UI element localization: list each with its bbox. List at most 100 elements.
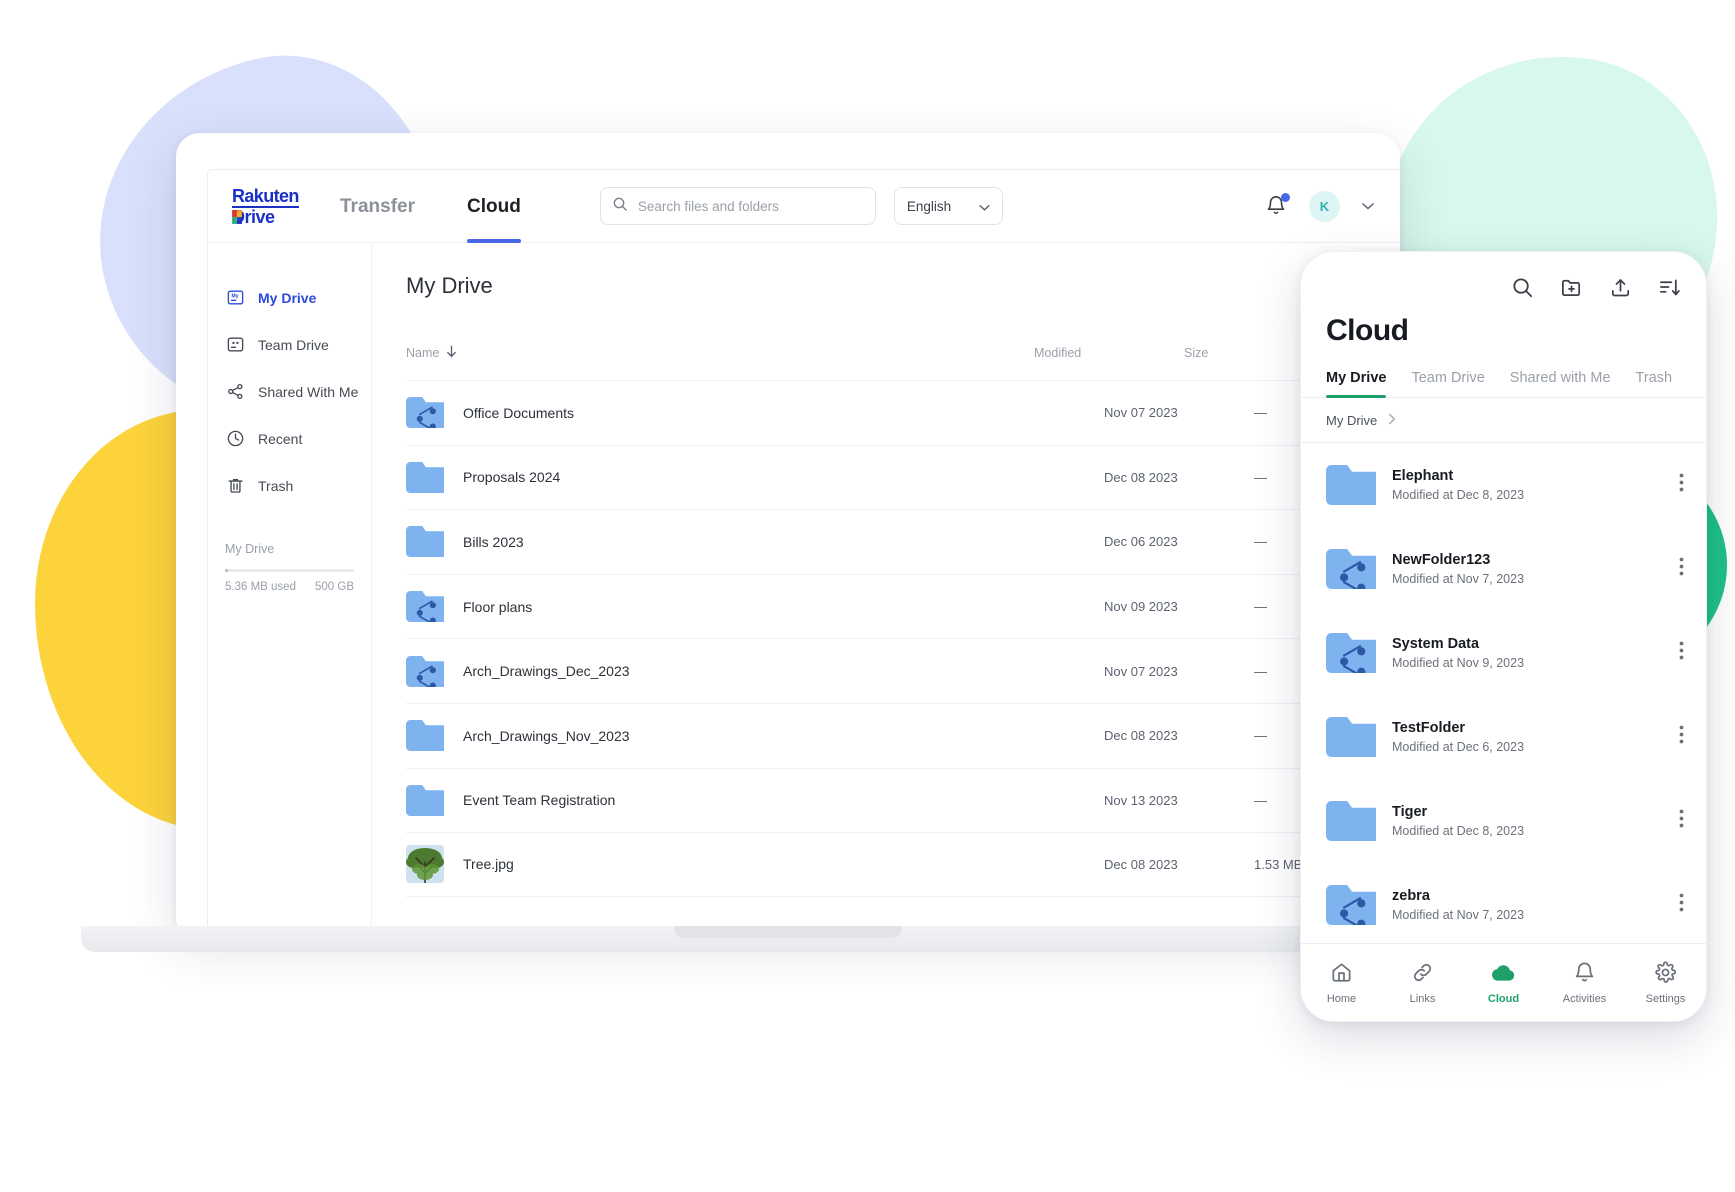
bottom-nav-item-settings[interactable]: Settings: [1625, 960, 1706, 1005]
phone-bottom-nav: Home Links Cloud Activities Settings: [1301, 943, 1706, 1021]
laptop-screen: Rakuten Drive Transfer Cloud Search file…: [176, 133, 1400, 928]
file-table-body: Office Documents Nov 07 2023 — Proposals…: [406, 380, 1400, 897]
table-row[interactable]: Floor plans Nov 09 2023 —: [406, 573, 1400, 639]
table-row[interactable]: Arch_Drawings_Nov_2023 Dec 08 2023 —: [406, 702, 1400, 768]
table-row[interactable]: Office Documents Nov 07 2023 —: [406, 380, 1400, 445]
bottom-nav-item-cloud[interactable]: Cloud: [1463, 961, 1544, 1005]
search-input[interactable]: [637, 198, 864, 214]
column-header-size[interactable]: Size: [1184, 346, 1304, 360]
kebab-menu-icon[interactable]: [1679, 893, 1684, 917]
upload-icon[interactable]: [1609, 276, 1632, 299]
row-name-cell: Event Team Registration: [406, 784, 1104, 816]
sidebar-item-my-drive[interactable]: My My Drive: [208, 274, 371, 321]
nav-tab-cloud[interactable]: Cloud: [466, 170, 521, 243]
shared-folder-icon: [406, 655, 444, 687]
table-row[interactable]: Proposals 2024 Dec 08 2023 —: [406, 444, 1400, 510]
gear-icon: [1654, 960, 1677, 987]
sidebar: My My Drive Team Drive Shared With Me Re…: [208, 243, 372, 928]
table-row[interactable]: Bills 2023 Dec 06 2023 —: [406, 509, 1400, 574]
bottom-nav-label: Activities: [1562, 992, 1607, 1005]
column-header-modified[interactable]: Modified: [1034, 346, 1184, 360]
sidebar-item-recent[interactable]: Recent: [208, 415, 371, 462]
sidebar-label: Trash: [258, 477, 294, 494]
app-body: My My Drive Team Drive Shared With Me Re…: [208, 243, 1400, 928]
sidebar-label: My Drive: [258, 289, 317, 306]
search-icon[interactable]: [1511, 276, 1534, 299]
phone-tab-trash[interactable]: Trash: [1636, 370, 1673, 397]
list-item-meta: Modified at Nov 7, 2023: [1392, 572, 1525, 586]
clock-icon: [225, 429, 245, 449]
laptop-trackpad-notch: [674, 926, 902, 938]
list-item[interactable]: zebra Modified at Nov 7, 2023: [1301, 863, 1706, 943]
sidebar-item-shared-with-me[interactable]: Shared With Me: [208, 368, 371, 415]
list-item[interactable]: Elephant Modified at Dec 8, 2023: [1301, 443, 1706, 527]
laptop-mockup: Rakuten Drive Transfer Cloud Search file…: [81, 133, 1495, 952]
storage-progress-bar: [225, 569, 354, 572]
list-item-text: System Data Modified at Nov 9, 2023: [1392, 636, 1524, 670]
list-item-name: NewFolder123: [1392, 552, 1491, 568]
storage-used: 5.36 MB used: [225, 581, 296, 593]
table-row[interactable]: Arch_Drawings_Dec_2023 Nov 07 2023 —: [406, 638, 1400, 703]
kebab-menu-icon[interactable]: [1679, 809, 1684, 833]
phone-tabs: My Drive Team Drive Shared with Me Trash: [1301, 348, 1706, 398]
kebab-menu-icon[interactable]: [1679, 473, 1684, 497]
storage-title: My Drive: [225, 542, 275, 556]
list-item-text: Elephant Modified at Dec 8, 2023: [1392, 468, 1524, 502]
bottom-nav-item-links[interactable]: Links: [1382, 961, 1463, 1005]
phone-page-title: Cloud: [1326, 314, 1409, 347]
list-item-text: zebra Modified at Nov 7, 2023: [1392, 888, 1524, 922]
table-row[interactable]: Event Team Registration Nov 13 2023 —: [406, 767, 1400, 833]
nav-tab-transfer[interactable]: Transfer: [340, 170, 415, 242]
list-item-text: TestFolder Modified at Dec 6, 2023: [1392, 720, 1524, 754]
folder-icon: [406, 720, 444, 752]
file-name: Tree.jpg: [463, 856, 514, 873]
phone-tab-my-drive[interactable]: My Drive: [1326, 370, 1387, 398]
new-folder-icon[interactable]: [1560, 276, 1583, 299]
row-name-cell: Tree.jpg: [406, 845, 1104, 884]
list-item-meta: Modified at Nov 7, 2023: [1392, 908, 1525, 922]
file-name: Event Team Registration: [463, 792, 616, 809]
sidebar-label: Recent: [258, 430, 303, 447]
main-content: My Drive Name Modified Size Office Docum…: [372, 243, 1400, 928]
list-item[interactable]: System Data Modified at Nov 9, 2023: [1301, 611, 1706, 695]
sidebar-label: Shared With Me: [258, 383, 359, 400]
language-selector[interactable]: English: [893, 187, 1003, 225]
shared-folder-icon: [1326, 549, 1381, 593]
shared-folder-icon: [1326, 885, 1381, 929]
search-bar[interactable]: [599, 187, 876, 225]
avatar-chevron-down-icon[interactable]: [1362, 197, 1374, 215]
list-item[interactable]: Tiger Modified at Dec 8, 2023: [1301, 779, 1706, 863]
sidebar-item-team-drive[interactable]: Team Drive: [208, 321, 371, 368]
table-row[interactable]: Tree.jpg Dec 08 2023 1.53 MB: [406, 832, 1400, 897]
cloud-icon: [1491, 961, 1516, 987]
sidebar-item-trash[interactable]: Trash: [208, 462, 371, 509]
sort-icon[interactable]: [1658, 276, 1681, 299]
kebab-menu-icon[interactable]: [1679, 557, 1684, 581]
chevron-down-icon: [979, 199, 990, 214]
screenshot-stage: Rakuten Drive Transfer Cloud Search file…: [0, 0, 1735, 1192]
kebab-menu-icon[interactable]: [1679, 725, 1684, 749]
avatar[interactable]: K: [1309, 190, 1340, 222]
bottom-nav-item-home[interactable]: Home: [1301, 961, 1382, 1005]
bottom-nav-label: Cloud: [1487, 992, 1520, 1005]
search-icon: [612, 196, 628, 217]
breadcrumb-my-drive[interactable]: My Drive: [1326, 413, 1377, 428]
bottom-nav-label: Home: [1326, 992, 1357, 1005]
phone-tab-shared-with-me[interactable]: Shared with Me: [1510, 370, 1611, 397]
column-header-name[interactable]: Name: [406, 345, 1034, 361]
folder-icon: [406, 784, 444, 816]
list-item[interactable]: NewFolder123 Modified at Nov 7, 2023: [1301, 527, 1706, 611]
bell-icon: [1573, 961, 1596, 987]
kebab-menu-icon[interactable]: [1679, 641, 1684, 665]
list-item-name: Elephant: [1392, 468, 1454, 484]
bottom-nav-item-activities[interactable]: Activities: [1544, 961, 1625, 1005]
list-item-meta: Modified at Dec 8, 2023: [1392, 488, 1525, 502]
logo-rakuten-text: Rakuten: [232, 185, 299, 208]
list-item-name: TestFolder: [1392, 720, 1466, 736]
list-item[interactable]: TestFolder Modified at Dec 6, 2023: [1301, 695, 1706, 779]
share-icon: [225, 382, 245, 402]
phone-tab-team-drive[interactable]: Team Drive: [1411, 370, 1484, 397]
rakuten-drive-logo: Rakuten Drive: [232, 185, 299, 226]
notifications-button[interactable]: [1265, 193, 1290, 218]
phone-file-list: Elephant Modified at Dec 8, 2023 NewFold…: [1301, 443, 1706, 943]
